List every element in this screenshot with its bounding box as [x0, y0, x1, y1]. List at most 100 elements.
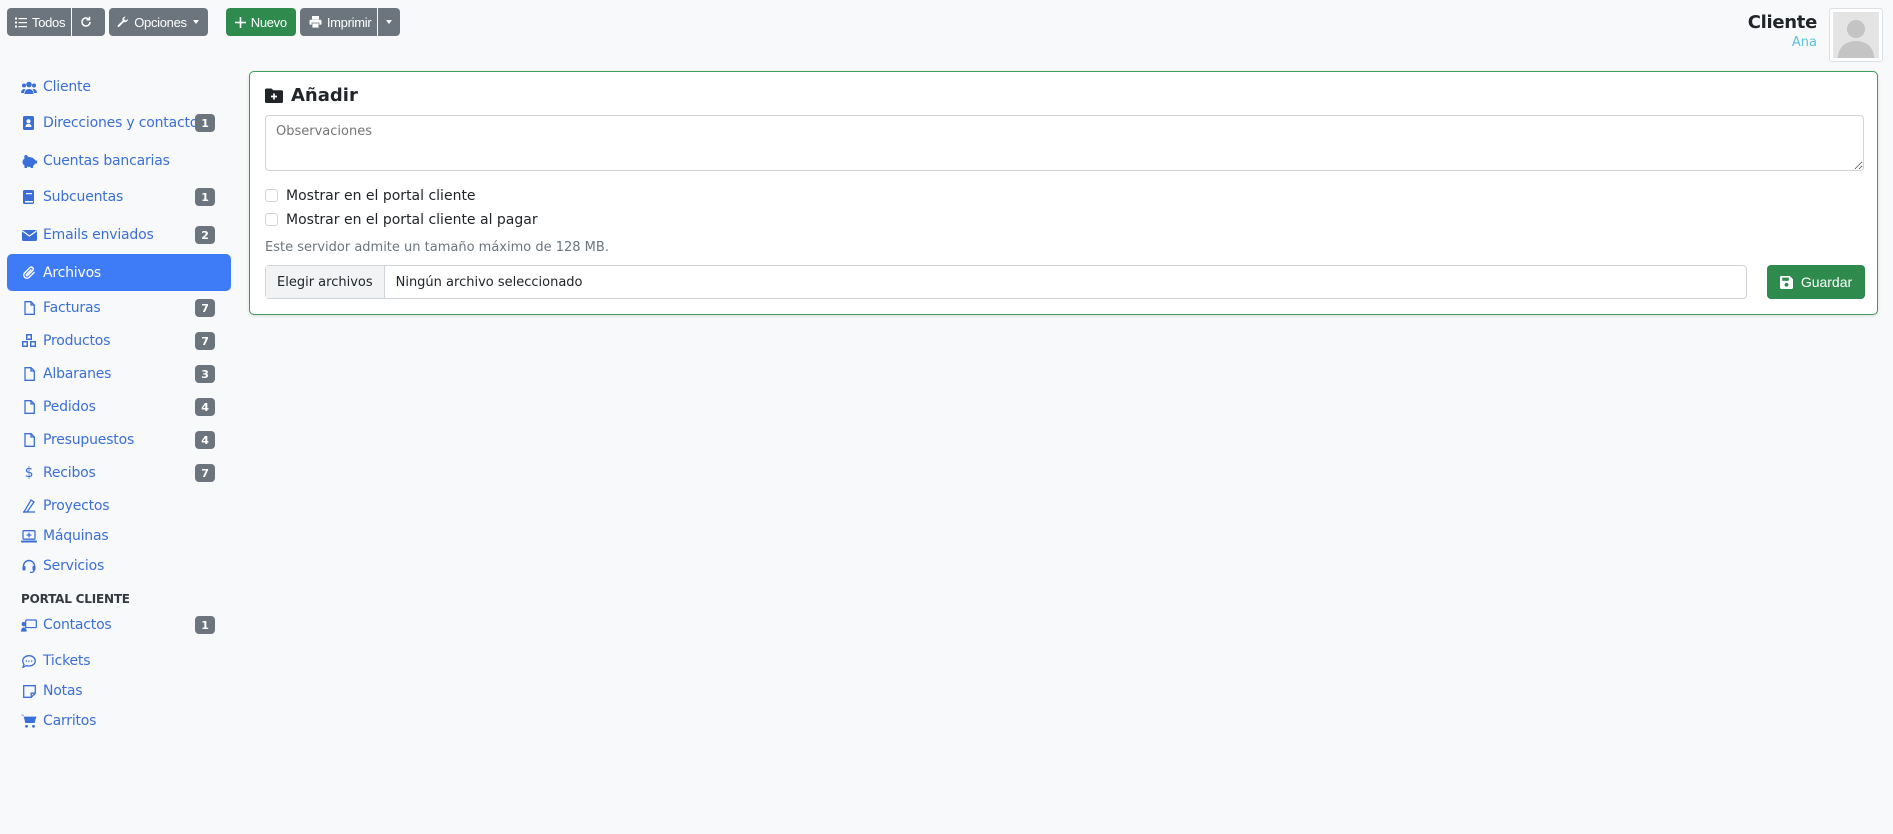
opciones-label: Opciones: [134, 14, 187, 30]
check-row-portal-pagar[interactable]: Mostrar en el portal cliente al pagar: [265, 212, 538, 228]
badge: 3: [195, 365, 215, 383]
file-icon: [21, 432, 37, 448]
sidebar-item-servicios[interactable]: Servicios: [7, 551, 231, 581]
sidebar-item-label: Presupuestos: [43, 432, 135, 448]
badge: 7: [195, 464, 215, 482]
piggy-bank-icon: [21, 153, 37, 169]
sidebar-item-label: Recibos: [43, 465, 96, 481]
sidebar-item-label: Pedidos: [43, 399, 96, 415]
wrench-icon: [117, 16, 129, 27]
mostrar-portal-pagar-label: Mostrar en el portal cliente al pagar: [286, 212, 538, 228]
shopping-cart-icon: [21, 713, 37, 729]
sidebar: Cliente Direcciones y contactos 1 Cuenta…: [7, 72, 231, 736]
nuevo-button[interactable]: Nuevo: [225, 8, 296, 36]
sidebar-item-proyectos[interactable]: Proyectos: [7, 491, 231, 521]
refresh-button[interactable]: [72, 8, 106, 36]
floppy-disk-icon: [1779, 275, 1793, 289]
upload-size-help: Este servidor admite un tamaño máximo de…: [265, 240, 609, 255]
choose-files-button[interactable]: Elegir archivos: [266, 266, 385, 298]
badge: 1: [195, 616, 215, 634]
selected-file-name: Ningún archivo seleccionado: [395, 274, 583, 290]
sidebar-item-tickets[interactable]: Tickets: [7, 646, 231, 676]
envelope-icon: [21, 227, 37, 243]
caret-down-icon: [192, 20, 199, 24]
sidebar-item-label: Cliente: [43, 79, 91, 95]
caret-down-icon: [386, 20, 393, 24]
sidebar-item-label: Direcciones y contactos: [43, 115, 206, 131]
save-label: Guardar: [1800, 274, 1853, 290]
sidebar-item-label: Contactos: [43, 617, 112, 633]
sidebar-item-cliente[interactable]: Cliente: [7, 72, 231, 102]
print-icon: [309, 16, 322, 28]
sidebar-item-label: Subcuentas: [43, 189, 124, 205]
sidebar-item-notas[interactable]: Notas: [7, 676, 231, 706]
mostrar-portal-checkbox[interactable]: [265, 189, 278, 202]
sidebar-item-label: Archivos: [43, 264, 102, 281]
folder-plus-icon: [265, 88, 283, 103]
sidebar-item-label: Tickets: [43, 653, 91, 669]
sidebar-item-label: Servicios: [43, 558, 105, 574]
todos-button[interactable]: Todos: [7, 8, 72, 36]
sidebar-item-cuentas-bancarias[interactable]: Cuentas bancarias: [7, 146, 231, 176]
badge: 4: [195, 431, 215, 449]
sidebar-item-presupuestos[interactable]: Presupuestos 4: [7, 425, 231, 455]
sidebar-item-label: Productos: [43, 333, 111, 349]
sidebar-item-label: Notas: [43, 683, 83, 699]
badge: 7: [195, 299, 215, 317]
sidebar-item-label: Proyectos: [43, 498, 110, 514]
sidebar-item-label: Carritos: [43, 713, 97, 729]
sidebar-item-pedidos[interactable]: Pedidos 4: [7, 392, 231, 422]
add-file-card: Añadir Mostrar en el portal cliente Most…: [249, 71, 1878, 315]
sidebar-item-contactos[interactable]: Contactos 1: [7, 610, 231, 640]
mostrar-portal-pagar-checkbox[interactable]: [265, 213, 278, 226]
sidebar-item-label: Máquinas: [43, 528, 109, 544]
sidebar-item-facturas[interactable]: Facturas 7: [7, 293, 231, 323]
sidebar-item-label: Facturas: [43, 300, 101, 316]
sidebar-item-label: Emails enviados: [43, 227, 154, 243]
badge: 1: [195, 114, 215, 132]
todos-label: Todos: [32, 14, 66, 30]
nuevo-label: Nuevo: [250, 14, 287, 30]
book-icon: [21, 189, 37, 205]
section-title-portal-cliente: PORTAL CLIENTE: [21, 592, 130, 606]
sidebar-item-recibos[interactable]: $ Recibos 7: [7, 458, 231, 488]
plus-icon: [234, 16, 246, 28]
sidebar-item-albaranes[interactable]: Albaranes 3: [7, 359, 231, 389]
users-icon: [21, 79, 37, 95]
sidebar-item-direcciones[interactable]: Direcciones y contactos 1: [7, 108, 231, 138]
imprimir-button[interactable]: Imprimir: [299, 8, 378, 36]
file-icon: [21, 300, 37, 316]
avatar[interactable]: [1829, 8, 1883, 62]
sidebar-item-subcuentas[interactable]: Subcuentas 1: [7, 182, 231, 212]
user-placeholder-icon: [1833, 12, 1879, 58]
sidebar-item-productos[interactable]: Productos 7: [7, 326, 231, 356]
file-icon: [21, 399, 37, 415]
laptop-medical-icon: [21, 528, 37, 544]
drafting-icon: [21, 498, 37, 514]
headset-icon: [21, 558, 37, 574]
client-name: Ana: [1791, 35, 1817, 50]
cubes-icon: [21, 333, 37, 349]
sidebar-item-carritos[interactable]: Carritos: [7, 706, 231, 736]
client-header: Cliente Ana: [1747, 12, 1818, 50]
imprimir-dropdown-button[interactable]: [378, 8, 401, 36]
page-title: Cliente: [1747, 12, 1818, 33]
badge: 2: [195, 226, 215, 244]
list-icon: [15, 17, 27, 27]
refresh-icon: [81, 16, 91, 27]
card-title: Añadir: [265, 85, 358, 106]
sidebar-item-maquinas[interactable]: Máquinas: [7, 521, 231, 551]
badge: 7: [195, 332, 215, 350]
check-row-portal[interactable]: Mostrar en el portal cliente: [265, 188, 476, 204]
file-input[interactable]: Elegir archivos Ningún archivo seleccion…: [265, 265, 1747, 299]
badge: 4: [195, 398, 215, 416]
badge: 1: [195, 188, 215, 206]
mostrar-portal-label: Mostrar en el portal cliente: [286, 188, 476, 204]
file-icon: [21, 366, 37, 382]
save-button[interactable]: Guardar: [1767, 265, 1865, 299]
sidebar-item-emails-enviados[interactable]: Emails enviados 2: [7, 220, 231, 250]
opciones-button[interactable]: Opciones: [109, 8, 208, 36]
observaciones-textarea[interactable]: [265, 115, 1864, 171]
sidebar-item-label: Albaranes: [43, 366, 112, 382]
sidebar-item-archivos[interactable]: Archivos: [7, 254, 231, 291]
